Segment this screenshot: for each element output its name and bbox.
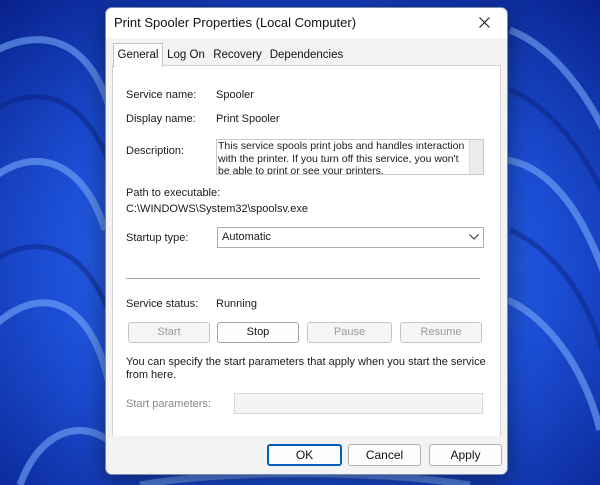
apply-button[interactable]: Apply [429,444,502,466]
title-bar[interactable]: Print Spooler Properties (Local Computer… [106,8,507,38]
start-params-input[interactable] [234,393,483,414]
resume-button[interactable]: Resume [400,322,482,343]
service-name-label: Service name: [126,89,197,101]
service-status-label: Service status: [126,298,199,310]
description-scrollbar[interactable] [469,140,483,174]
tab-recovery[interactable]: Recovery [211,46,264,65]
description-text: This service spools print jobs and handl… [218,140,465,175]
path-value: C:\WINDOWS\System32\spoolsv.exe [126,203,308,215]
startup-type-label: Startup type: [126,232,189,244]
description-box[interactable]: This service spools print jobs and handl… [216,139,484,175]
tab-dependencies[interactable]: Dependencies [267,46,346,65]
description-label: Description: [126,145,185,157]
tab-general[interactable]: General [113,43,163,67]
start-params-label: Start parameters: [126,398,211,410]
close-button[interactable] [463,8,507,38]
service-status-value: Running [216,298,257,310]
chevron-down-icon [469,234,479,240]
service-properties-dialog: Print Spooler Properties (Local Computer… [105,7,508,475]
dialog-footer: OK Cancel Apply [106,436,507,474]
stop-button[interactable]: Stop [217,322,299,343]
startup-type-value: Automatic [222,231,271,243]
display-name-value: Print Spooler [216,113,280,125]
cancel-button[interactable]: Cancel [348,444,421,466]
service-name-value: Spooler [216,89,254,101]
section-divider [126,278,480,279]
startup-type-dropdown[interactable]: Automatic [217,227,484,248]
pause-button[interactable]: Pause [307,322,392,343]
window-title: Print Spooler Properties (Local Computer… [114,15,357,30]
general-tab-panel: Service name: Spooler Display name: Prin… [112,65,501,438]
start-button[interactable]: Start [128,322,210,343]
display-name-label: Display name: [126,113,196,125]
path-label: Path to executable: [126,187,221,199]
tab-log-on[interactable]: Log On [164,46,208,65]
ok-button[interactable]: OK [267,444,342,466]
close-icon [479,17,490,28]
start-params-hint: You can specify the start parameters tha… [126,356,486,381]
